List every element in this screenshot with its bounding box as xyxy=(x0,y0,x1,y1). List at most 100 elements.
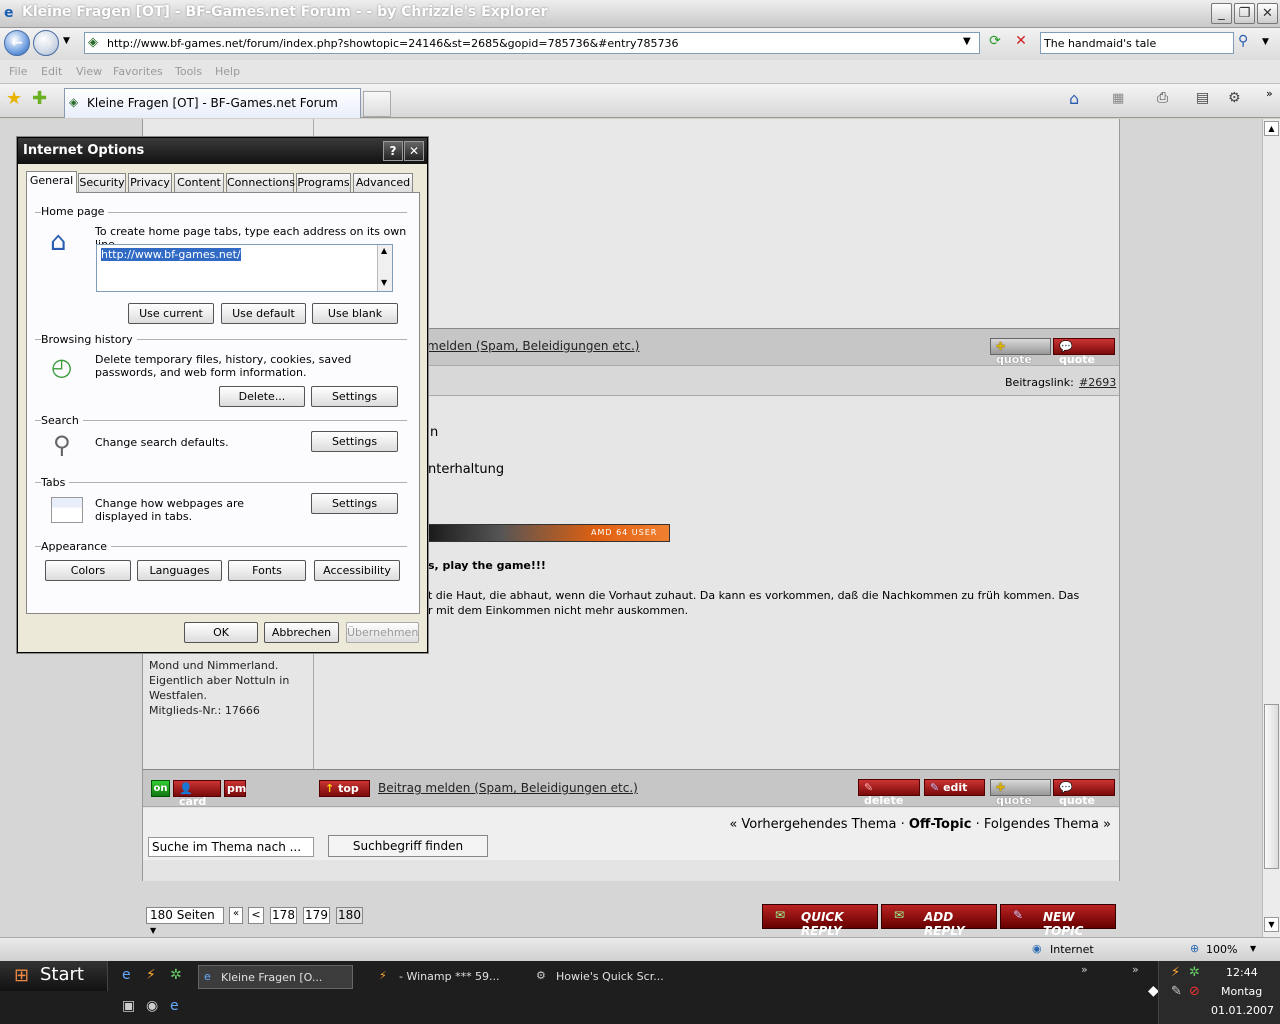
pages-dropdown[interactable]: 180 Seiten ▼ xyxy=(146,907,224,935)
page-178[interactable]: 178 xyxy=(270,907,297,924)
new-topic-button[interactable]: ✎ NEW TOPIC xyxy=(1000,904,1116,938)
minimize-button[interactable]: _ xyxy=(1211,3,1232,24)
page-scrollbar[interactable]: ▲ ▼ xyxy=(1262,119,1280,937)
tools-menu-icon[interactable]: ⚙ xyxy=(1228,90,1241,106)
use-default-button[interactable]: Use default xyxy=(221,303,306,324)
card-button[interactable]: 👤card xyxy=(173,780,221,808)
address-bar[interactable]: ◈ http://www.bf-games.net/forum/index.ph… xyxy=(84,32,980,54)
tab-advanced[interactable]: Advanced xyxy=(353,173,413,192)
dialog-close-button[interactable]: ✕ xyxy=(404,141,424,161)
zoom-dropdown-icon[interactable]: ▼ xyxy=(1250,944,1256,953)
back-button[interactable]: ← xyxy=(4,30,30,56)
dialog-help-button[interactable]: ? xyxy=(383,141,403,161)
topic-search-input[interactable]: Suche im Thema nach ... xyxy=(148,837,314,857)
languages-button[interactable]: Languages xyxy=(137,560,222,581)
close-window-button[interactable]: ✕ xyxy=(1257,3,1278,24)
tray-winamp-icon[interactable]: ⚡ xyxy=(1171,965,1180,980)
taskbar-item-howie[interactable]: ⚙ Howie's Quick Scr... xyxy=(534,965,694,989)
textarea-scrollbar[interactable]: ▲ ▼ xyxy=(377,245,392,291)
new-tab-button[interactable] xyxy=(363,91,391,117)
quicklaunch-winamp-icon[interactable]: ⚡ xyxy=(146,967,156,983)
search-options-icon[interactable]: ▼ xyxy=(1262,37,1269,47)
favorites-star-icon[interactable]: ★ xyxy=(6,88,22,109)
tray-app-icon[interactable]: ✲ xyxy=(1189,965,1200,980)
tab-programs[interactable]: Programs xyxy=(296,173,351,192)
tab-kleine-fragen[interactable]: ◈ Kleine Fragen [OT] - BF-Games.net Foru… xyxy=(64,88,361,118)
menu-file[interactable]: File xyxy=(9,65,27,78)
menu-tools[interactable]: Tools xyxy=(175,65,202,78)
beitragslink-number[interactable]: #2693 xyxy=(1079,376,1116,389)
taskbar-item-winamp[interactable]: ⚡ - Winamp *** 59... xyxy=(377,965,527,989)
menu-favorites[interactable]: Favorites xyxy=(113,65,163,78)
prev-page-button[interactable]: < xyxy=(248,907,264,924)
tab-connections[interactable]: Connections xyxy=(226,173,295,192)
quicklaunch-media-icon[interactable]: ▣ xyxy=(122,998,135,1014)
fonts-button[interactable]: Fonts xyxy=(228,560,306,581)
address-dropdown-icon[interactable]: ▼ xyxy=(963,36,971,47)
search-input[interactable]: The handmaid's tale xyxy=(1040,32,1234,54)
prev-topic-link[interactable]: « Vorhergehendes Thema xyxy=(729,817,896,832)
tray-tool-icon[interactable]: ✎ xyxy=(1171,984,1182,999)
use-blank-button[interactable]: Use blank xyxy=(312,303,398,324)
accessibility-button[interactable]: Accessibility xyxy=(314,560,400,581)
scroll-down-icon[interactable]: ▼ xyxy=(381,278,387,287)
taskbar-item-ie[interactable]: e Kleine Fragen [O... xyxy=(198,965,353,989)
print-icon[interactable]: ⎙ xyxy=(1157,90,1168,106)
stop-icon[interactable]: ✕ xyxy=(1011,33,1031,53)
cancel-button[interactable]: Abbrechen xyxy=(264,622,339,643)
scroll-up-icon[interactable]: ▲ xyxy=(381,246,387,255)
start-button[interactable]: ⊞ Start xyxy=(0,961,108,991)
home-icon[interactable]: ⌂ xyxy=(1069,89,1079,108)
edit-post-button[interactable]: ✎ edit xyxy=(924,779,985,796)
page-179[interactable]: 179 xyxy=(303,907,330,924)
quicklaunch-app-icon[interactable]: ✲ xyxy=(170,967,182,983)
quote-button-1[interactable]: 💬 quote xyxy=(1053,338,1115,366)
tab-privacy[interactable]: Privacy xyxy=(128,173,172,192)
scroll-thumb[interactable] xyxy=(1264,704,1279,869)
quick-reply-button[interactable]: ✉ QUICK REPLY xyxy=(762,904,878,938)
home-page-textarea[interactable]: http://www.bf-games.net/ ▲ ▼ xyxy=(96,244,393,292)
ok-button[interactable]: OK xyxy=(184,622,258,643)
tab-content[interactable]: Content xyxy=(174,173,224,192)
menu-view[interactable]: View xyxy=(76,65,102,78)
add-reply-button[interactable]: ✉ ADD REPLY xyxy=(881,904,997,938)
delete-post-button[interactable]: ✎ delete xyxy=(858,779,920,807)
scroll-up-button[interactable]: ▲ xyxy=(1264,121,1279,136)
refresh-icon[interactable]: ⟳ xyxy=(985,33,1005,53)
menu-edit[interactable]: Edit xyxy=(41,65,62,78)
report-link-2[interactable]: Beitrag melden (Spam, Beleidigungen etc.… xyxy=(378,781,638,795)
search-settings-button[interactable]: Settings xyxy=(311,431,398,452)
history-dropdown-icon[interactable]: ▼ xyxy=(63,36,70,46)
first-page-button[interactable]: « xyxy=(229,907,243,924)
more-tools-icon[interactable]: » xyxy=(1266,87,1273,100)
top-button[interactable]: ↑ top xyxy=(319,780,370,797)
tab-security[interactable]: Security xyxy=(78,173,126,192)
forward-button[interactable]: → xyxy=(33,30,59,56)
use-current-button[interactable]: Use current xyxy=(128,303,214,324)
tab-general[interactable]: General xyxy=(26,171,77,193)
toolbar-more-icon[interactable]: » xyxy=(1132,963,1139,976)
add-favorite-icon[interactable]: ✚ xyxy=(32,88,47,109)
pm-button[interactable]: pm xyxy=(224,780,246,797)
menu-help[interactable]: Help xyxy=(215,65,240,78)
tabs-settings-button[interactable]: Settings xyxy=(311,493,398,514)
report-link-1[interactable]: melden (Spam, Beleidigungen etc.) xyxy=(427,339,639,353)
multiquote-button-2[interactable]: ✚ quote xyxy=(990,779,1051,807)
next-topic-link[interactable]: Folgendes Thema » xyxy=(984,817,1111,832)
colors-button[interactable]: Colors xyxy=(45,560,131,581)
quicklaunch-ie-icon[interactable]: e xyxy=(122,967,131,983)
topic-search-button[interactable]: Suchbegriff finden xyxy=(328,835,488,857)
quicklaunch-disc-icon[interactable]: ◉ xyxy=(146,998,158,1014)
scroll-down-button[interactable]: ▼ xyxy=(1264,917,1279,932)
page-menu-icon[interactable]: ▤ xyxy=(1196,90,1209,106)
history-settings-button[interactable]: Settings xyxy=(311,386,398,407)
search-icon[interactable]: ⚲ xyxy=(1238,33,1258,53)
current-forum-link[interactable]: Off-Topic xyxy=(909,817,972,832)
zoom-level[interactable]: 100% xyxy=(1206,943,1237,956)
tray-antivirus-icon[interactable]: ⊘ xyxy=(1189,984,1200,999)
quicklaunch-ie2-icon[interactable]: e xyxy=(170,998,179,1014)
maximize-button[interactable]: ❐ xyxy=(1234,3,1255,24)
delete-history-button[interactable]: Delete... xyxy=(219,386,305,407)
multiquote-button-1[interactable]: ✚ quote xyxy=(990,338,1051,366)
quote-button-2[interactable]: 💬 quote xyxy=(1053,779,1115,807)
